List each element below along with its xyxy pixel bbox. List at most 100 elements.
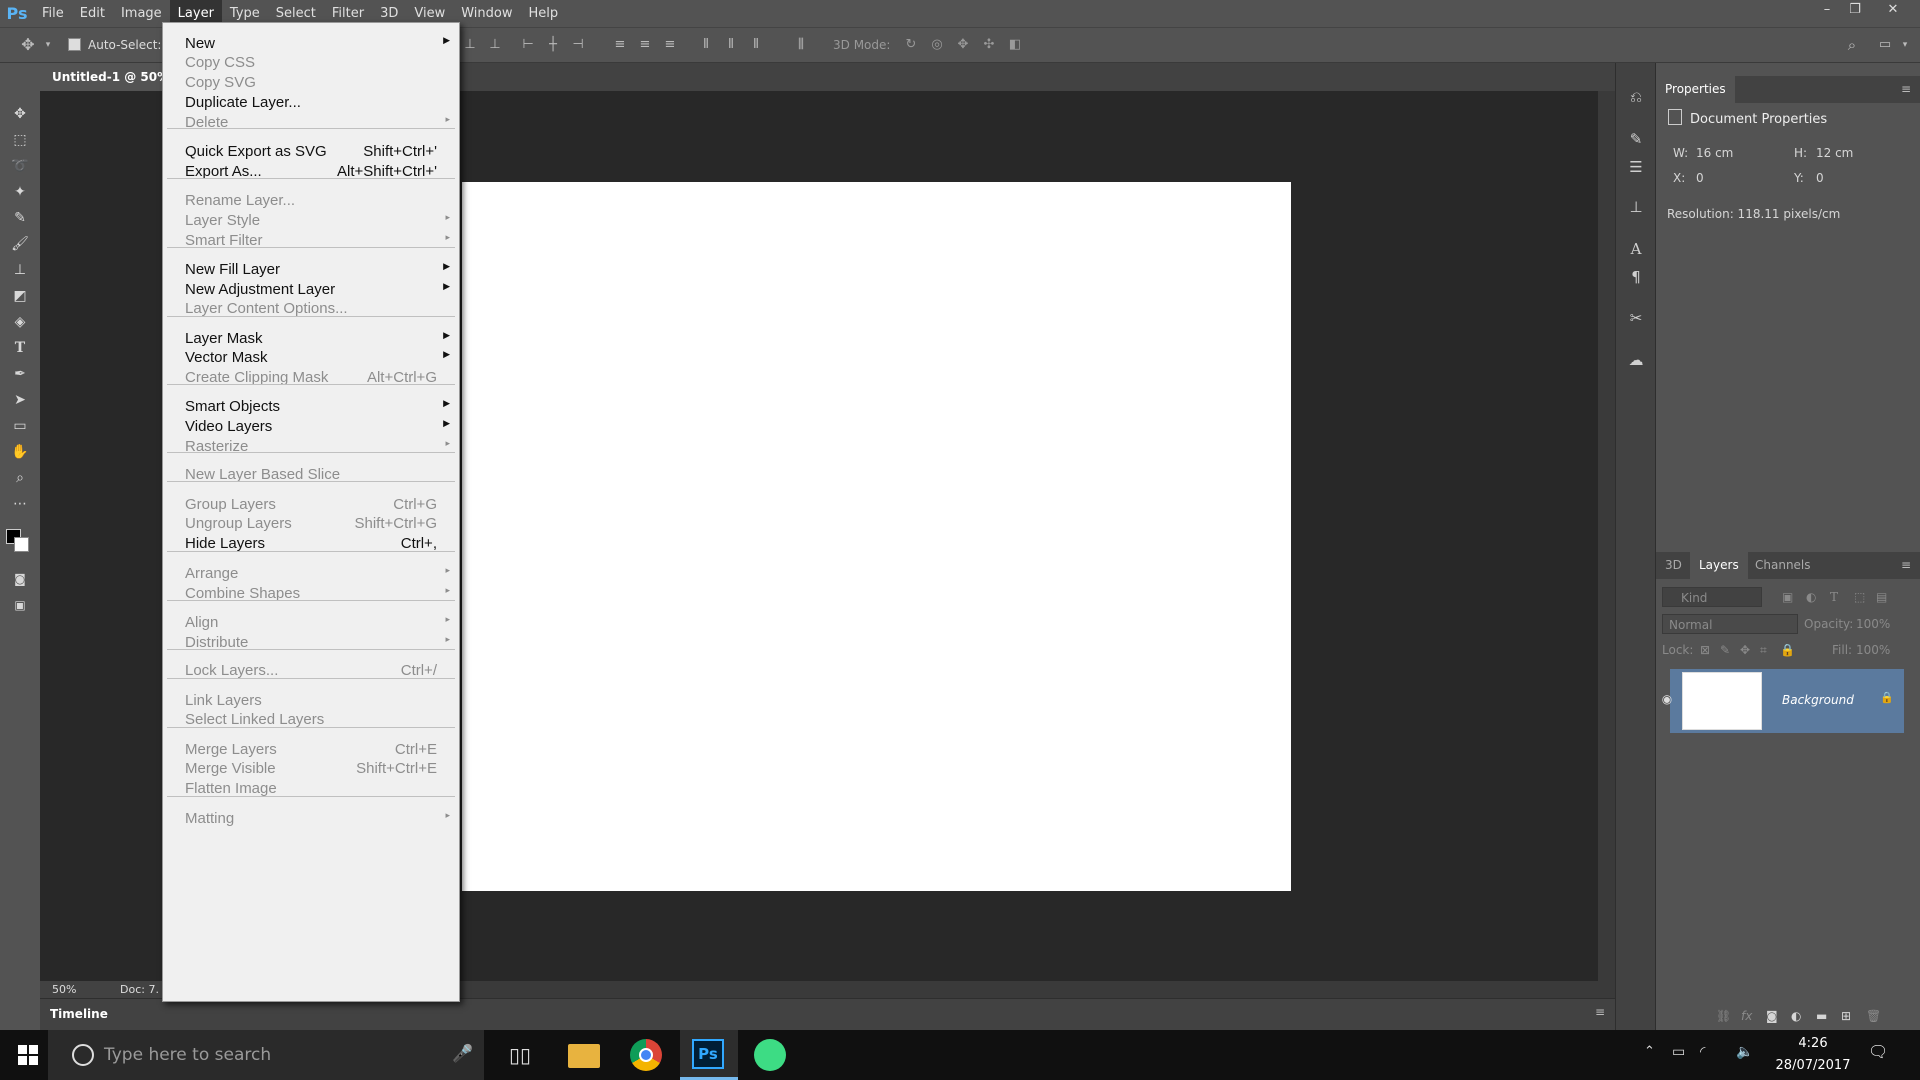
- tool-preset-dropdown-icon[interactable]: ▾: [40, 37, 56, 53]
- new-adjustment-icon[interactable]: ◐: [1791, 1009, 1801, 1023]
- volume-icon[interactable]: 🔈: [1736, 1044, 1753, 1060]
- pen-tool-icon[interactable]: ✒: [8, 363, 32, 385]
- path-selection-tool-icon[interactable]: ➤: [8, 389, 32, 411]
- menu-file[interactable]: File: [34, 0, 72, 27]
- zoom-level[interactable]: 50%: [52, 981, 76, 998]
- layer-name[interactable]: Background: [1782, 693, 1854, 707]
- brush-tool-icon[interactable]: 🖌: [8, 233, 32, 255]
- menu-item-create-clipping-mask[interactable]: Create Clipping Mask Alt+Ctrl+G: [163, 365, 459, 389]
- fill-value[interactable]: 100%: [1856, 643, 1890, 657]
- auto-align-icon[interactable]: ⫼: [793, 37, 809, 53]
- layer-filter-kind[interactable]: Kind: [1662, 587, 1762, 607]
- eraser-tool-icon[interactable]: ◩: [8, 285, 32, 307]
- tab-3d[interactable]: 3D: [1656, 552, 1691, 579]
- screen-mode-icon[interactable]: ▣: [8, 594, 32, 616]
- 3d-pan-icon[interactable]: ✥: [955, 37, 971, 53]
- new-layer-icon[interactable]: ⊞: [1841, 1009, 1851, 1023]
- layer-row-background[interactable]: Background 🔒: [1670, 669, 1904, 733]
- filter-smart-object-icon[interactable]: ▤: [1876, 590, 1887, 604]
- tab-channels[interactable]: Channels: [1746, 552, 1820, 579]
- paragraph-icon[interactable]: ¶: [1626, 267, 1646, 287]
- menu-edit[interactable]: Edit: [72, 0, 113, 27]
- align-right-icon[interactable]: ⊣: [570, 37, 586, 53]
- microphone-icon[interactable]: 🎤: [452, 1044, 473, 1064]
- menu-window[interactable]: Window: [453, 0, 520, 27]
- distribute-bottom-icon[interactable]: ≡: [662, 37, 678, 53]
- lock-position-icon[interactable]: ✥: [1740, 643, 1750, 657]
- paint-bucket-tool-icon[interactable]: ◈: [8, 311, 32, 333]
- filter-shape-icon[interactable]: ⬚: [1854, 590, 1865, 604]
- more-tools-icon[interactable]: ⋯: [8, 493, 32, 515]
- timeline-menu-icon[interactable]: ≡: [1595, 1005, 1605, 1019]
- magic-wand-tool-icon[interactable]: ✦: [8, 181, 32, 203]
- properties-menu-icon[interactable]: ≡: [1901, 82, 1911, 96]
- adjustments-icon[interactable]: ☰: [1626, 157, 1646, 177]
- clock-date[interactable]: 28/07/2017: [1768, 1058, 1858, 1073]
- 3d-rotate-icon[interactable]: ↻: [903, 37, 919, 53]
- restore-button[interactable]: ❐: [1842, 0, 1868, 22]
- lock-artboard-icon[interactable]: ⌗: [1760, 643, 1767, 658]
- 3d-roll-icon[interactable]: ◎: [929, 37, 945, 53]
- quick-mask-icon[interactable]: ◙: [8, 568, 32, 590]
- align-bottom-edges-icon[interactable]: ⊥: [487, 37, 503, 53]
- marquee-tool-icon[interactable]: ⬚: [8, 129, 32, 151]
- android-studio-icon[interactable]: [754, 1039, 786, 1071]
- layer-visibility-eye-icon[interactable]: ◉: [1656, 692, 1678, 712]
- eyedropper-tool-icon[interactable]: ✎: [8, 207, 32, 229]
- taskbar-search-box[interactable]: Type here to search 🎤: [48, 1030, 484, 1080]
- timeline-tab[interactable]: Timeline: [50, 1007, 108, 1021]
- tab-properties[interactable]: Properties: [1656, 76, 1735, 103]
- filter-type-icon[interactable]: T: [1830, 590, 1838, 604]
- new-group-icon[interactable]: ▬: [1816, 1009, 1827, 1023]
- action-center-icon[interactable]: 🗨: [1868, 1042, 1888, 1061]
- auto-select-checkbox[interactable]: [68, 38, 81, 51]
- document-canvas[interactable]: [462, 182, 1291, 891]
- align-bottom-icon[interactable]: ⊥: [462, 37, 478, 53]
- task-view-icon[interactable]: ▯▯: [504, 1039, 536, 1071]
- 3d-slide-icon[interactable]: ✣: [981, 37, 997, 53]
- filter-adjustment-icon[interactable]: ◐: [1806, 590, 1816, 604]
- move-tool-icon[interactable]: ✥: [20, 37, 36, 53]
- align-hcenter-icon[interactable]: ┼: [545, 37, 561, 53]
- battery-icon[interactable]: ▭: [1672, 1044, 1685, 1060]
- menu-item-smart-filter[interactable]: Smart Filter ▸: [163, 228, 459, 252]
- menu-item-matting[interactable]: Matting ▸: [163, 806, 459, 830]
- distribute-hcenter-icon[interactable]: ⫴: [723, 37, 739, 53]
- 3d-scale-icon[interactable]: ◧: [1007, 37, 1023, 53]
- menu-item-rasterize[interactable]: Rasterize ▸: [163, 434, 459, 458]
- minimize-button[interactable]: –: [1814, 0, 1840, 22]
- distribute-top-icon[interactable]: ≡: [612, 37, 628, 53]
- show-hidden-icons-icon[interactable]: ⌃: [1644, 1044, 1655, 1059]
- align-left-icon[interactable]: ⊢: [520, 37, 536, 53]
- rectangle-tool-icon[interactable]: ▭: [8, 415, 32, 437]
- history-icon[interactable]: ⎌: [1626, 87, 1646, 107]
- workspace-dropdown-icon[interactable]: ▾: [1897, 37, 1913, 53]
- width-value[interactable]: 16 cm: [1696, 146, 1733, 160]
- document-tab[interactable]: Untitled-1 @ 50%: [40, 63, 170, 91]
- background-color-swatch[interactable]: [14, 537, 29, 552]
- opacity-value[interactable]: 100%: [1856, 617, 1890, 631]
- workspace-icon[interactable]: ▭: [1877, 37, 1893, 53]
- lock-paint-icon[interactable]: ✎: [1720, 643, 1730, 657]
- hand-tool-icon[interactable]: ✋: [8, 441, 32, 463]
- add-mask-icon[interactable]: ◙: [1766, 1009, 1778, 1023]
- clone-source-icon[interactable]: ⊥: [1626, 197, 1646, 217]
- doc-info[interactable]: Doc: 7.: [120, 981, 159, 998]
- move-tool-icon[interactable]: ✥: [8, 103, 32, 125]
- vertical-scrollbar[interactable]: [1598, 91, 1615, 981]
- chrome-icon[interactable]: [630, 1039, 662, 1071]
- blend-mode-select[interactable]: Normal: [1662, 614, 1798, 634]
- search-icon[interactable]: ⌕: [1844, 37, 1860, 53]
- x-value[interactable]: 0: [1696, 171, 1704, 185]
- character-icon[interactable]: A: [1626, 239, 1646, 259]
- tool-presets-icon[interactable]: ✂: [1626, 308, 1646, 328]
- fx-icon[interactable]: fx: [1741, 1009, 1752, 1023]
- photoshop-taskbar-active[interactable]: Ps: [680, 1030, 738, 1080]
- delete-layer-icon[interactable]: 🗑: [1866, 1009, 1881, 1023]
- menu-item-delete[interactable]: Delete ▸: [163, 110, 459, 134]
- menu-item-distribute[interactable]: Distribute ▸: [163, 630, 459, 654]
- menu-item-combine-shapes[interactable]: Combine Shapes ▸: [163, 581, 459, 605]
- tab-layers[interactable]: Layers: [1690, 552, 1748, 579]
- clock-time[interactable]: 4:26: [1768, 1036, 1858, 1051]
- windows-start-icon[interactable]: [18, 1045, 38, 1065]
